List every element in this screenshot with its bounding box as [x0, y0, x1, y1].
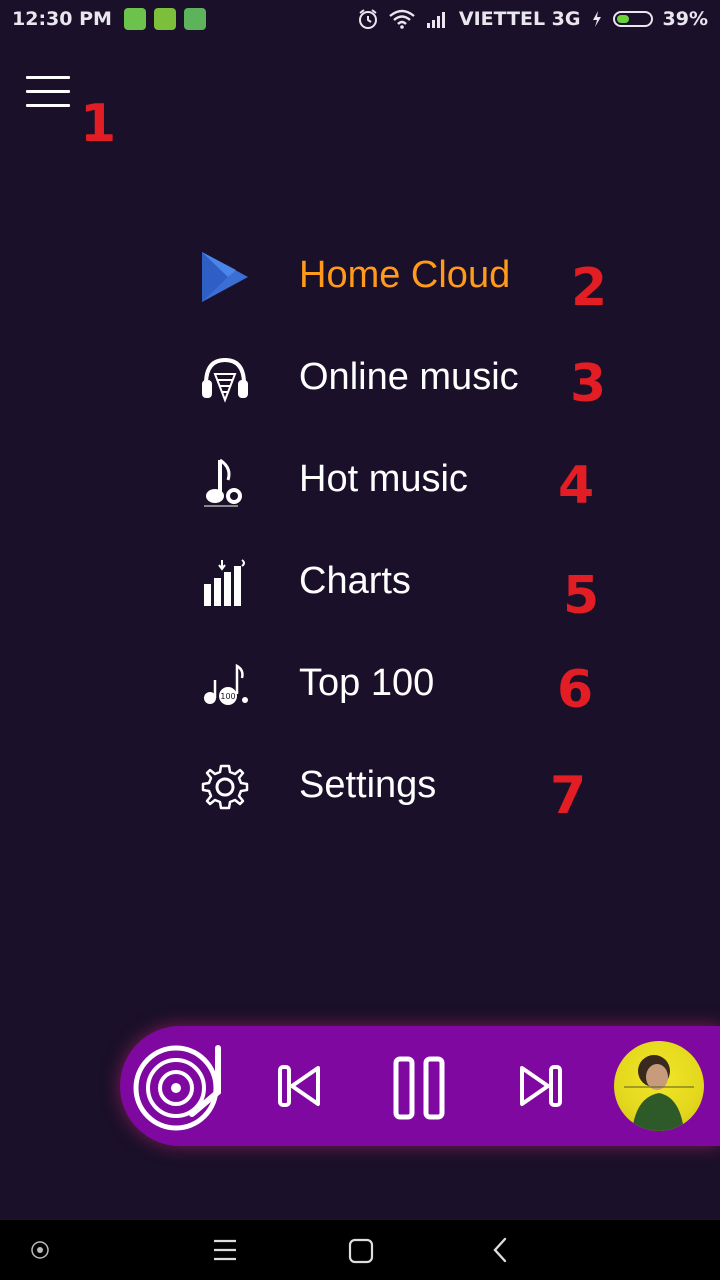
status-bar: 12:30 PM VIETTEL 3G 39% — [0, 0, 720, 42]
home-square-icon[interactable] — [348, 1238, 374, 1264]
menu-item-online-music[interactable]: Online music — [190, 344, 610, 414]
equalizer-icon — [204, 559, 245, 606]
hamburger-line — [26, 90, 70, 93]
menu-item-label: Home Cloud — [299, 254, 511, 296]
battery-fill — [616, 15, 629, 23]
svg-text:100: 100 — [220, 692, 235, 701]
menu-item-label: Top 100 — [299, 662, 435, 704]
status-right: VIETTEL 3G 39% — [347, 8, 708, 30]
hamburger-menu-button[interactable] — [26, 76, 70, 108]
menu-item-label: Hot music — [299, 458, 468, 500]
gear-icon — [201, 764, 249, 810]
sim-icon — [123, 8, 146, 30]
carrier-label: VIETTEL 3G — [458, 8, 581, 30]
status-left: 12:30 PM — [12, 8, 214, 30]
navigation-bar — [0, 1220, 720, 1280]
charging-icon — [592, 11, 601, 27]
next-icon[interactable] — [516, 1064, 564, 1108]
menu-item-hot-music[interactable]: Hot music — [190, 446, 610, 516]
menu-item-label: Online music — [299, 356, 519, 398]
hamburger-line — [26, 104, 70, 107]
menu-item-label: Charts — [299, 560, 411, 602]
back-icon[interactable] — [490, 1236, 510, 1264]
annotation-1: 1 — [80, 94, 117, 154]
status-time: 12:30 PM — [12, 8, 112, 30]
album-art-figure — [624, 1055, 694, 1131]
menu-item-home-cloud[interactable]: Home Cloud — [190, 242, 610, 312]
album-art[interactable] — [614, 1041, 704, 1131]
battery-percent: 39% — [662, 8, 708, 30]
menu-icon[interactable] — [212, 1238, 238, 1262]
menu-item-top-100[interactable]: 100 Top 100 — [190, 650, 610, 720]
previous-icon[interactable] — [276, 1064, 324, 1108]
assist-dot-icon[interactable] — [30, 1240, 50, 1260]
menu-item-label: Settings — [299, 764, 437, 806]
pause-icon[interactable] — [392, 1056, 448, 1120]
headphones-icon — [202, 357, 248, 403]
battery-icon — [612, 11, 653, 27]
signal-icon — [426, 12, 445, 28]
turntable-icon[interactable] — [132, 1042, 228, 1132]
menu-item-settings[interactable]: Settings — [190, 752, 610, 822]
music-note-icon — [204, 458, 242, 507]
android-icon — [183, 8, 206, 30]
alarm-icon — [358, 9, 377, 29]
menu-item-charts[interactable]: Charts — [190, 548, 610, 618]
top100-notes-icon: 100 — [204, 663, 248, 705]
android-icon — [153, 8, 176, 30]
wifi-icon — [389, 9, 415, 29]
play-triangle-icon — [202, 252, 248, 302]
hamburger-line — [26, 76, 70, 79]
